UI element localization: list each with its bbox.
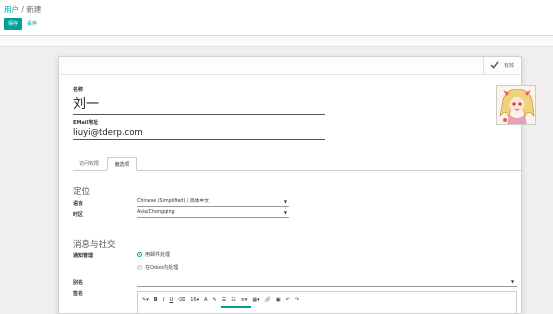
form-sheet: 有效 名称 刘一 EMail地址 liuyi@tderp.com 访问权限 偏选… — [58, 56, 536, 314]
check-icon — [490, 61, 499, 69]
radio-inbox-label: 在Odoo内处理 — [145, 265, 179, 271]
breadcrumb-separator: / — [21, 5, 24, 14]
color-underline — [221, 306, 251, 308]
font-size-button[interactable]: 16▾ — [190, 297, 199, 303]
timezone-value: Asia/Chongqing — [137, 210, 175, 215]
breadcrumb-current: 新建 — [26, 5, 42, 14]
email-input[interactable]: liuyi@tderp.com — [73, 127, 325, 140]
breadcrumb: 用户 / 新建 — [4, 4, 41, 15]
underline-button[interactable]: U — [170, 297, 174, 303]
bold-button[interactable]: B — [154, 297, 158, 303]
alias-select[interactable] — [137, 286, 517, 287]
discard-button[interactable]: 丢弃 — [27, 18, 37, 30]
undo-icon[interactable]: ↶ — [286, 297, 290, 303]
tab-access-rights[interactable]: 访问权限 — [73, 157, 105, 171]
font-color-button[interactable]: A — [204, 297, 207, 303]
breadcrumb-users-link[interactable]: 用户 — [4, 5, 19, 14]
notification-label: 通知管理 — [73, 253, 94, 259]
active-label: 有效 — [504, 63, 515, 69]
timezone-label: 时区 — [73, 212, 84, 218]
redo-icon[interactable]: ↷ — [295, 297, 299, 303]
radio-inbox[interactable] — [137, 265, 142, 270]
alias-label: 别名 — [73, 280, 84, 286]
chevron-down-icon: ▼ — [283, 199, 287, 204]
avatar-illustration — [497, 86, 535, 124]
active-toggle-button[interactable]: 有效 — [483, 57, 521, 75]
italic-button[interactable]: I — [163, 297, 165, 303]
language-label: 语言 — [73, 201, 84, 207]
timezone-select[interactable]: Asia/Chongqing ▼ — [137, 209, 289, 218]
radio-email[interactable] — [137, 252, 142, 257]
name-input[interactable]: 刘一 — [73, 95, 325, 115]
unordered-list-button[interactable]: ☰ — [222, 297, 226, 303]
align-button[interactable]: ≡▾ — [241, 297, 248, 303]
chevron-down-icon: ▼ — [511, 279, 515, 284]
control-panel: 用户 / 新建 保存 丢弃 — [0, 0, 553, 36]
highlight-button[interactable]: ✎ — [213, 297, 217, 303]
language-select[interactable]: Chinese (Simplified) / 简体中文 ▼ — [137, 198, 289, 207]
name-label: 名称 — [73, 87, 84, 93]
subheader-strip — [0, 36, 553, 47]
table-button[interactable]: ▦▾ — [252, 297, 259, 303]
chevron-down-icon: ▼ — [283, 210, 287, 215]
avatar-image[interactable] — [496, 85, 536, 125]
image-icon[interactable]: ▣ — [276, 297, 281, 303]
tab-preferences[interactable]: 偏选项 — [107, 157, 137, 171]
radio-email-label: 用邮件处理 — [145, 252, 171, 258]
ordered-list-button[interactable]: ☷ — [231, 297, 235, 303]
button-box: 有效 — [59, 57, 521, 75]
style-button[interactable]: ✎▾ — [142, 297, 149, 303]
email-label: EMail地址 — [73, 120, 99, 126]
save-button[interactable]: 保存 — [4, 18, 22, 30]
notebook-tabs: 访问权限 偏选项 — [73, 157, 521, 171]
messaging-section-title: 消息与社交 — [73, 240, 116, 250]
eraser-icon[interactable]: ⌫ — [178, 297, 185, 303]
signature-editor[interactable]: ✎▾ B I U ⌫ 16▾ A ✎ ☰ ☷ ≡▾ ▦▾ 🔗 ▣ ↶ ↷ — [137, 291, 517, 314]
link-icon[interactable]: 🔗 — [265, 297, 271, 303]
signature-label: 签名 — [73, 291, 84, 297]
locale-section-title: 定位 — [73, 187, 91, 197]
editor-toolbar: ✎▾ B I U ⌫ 16▾ A ✎ ☰ ☷ ≡▾ ▦▾ 🔗 ▣ ↶ ↷ — [142, 295, 304, 305]
language-value: Chinese (Simplified) / 简体中文 — [137, 199, 210, 204]
